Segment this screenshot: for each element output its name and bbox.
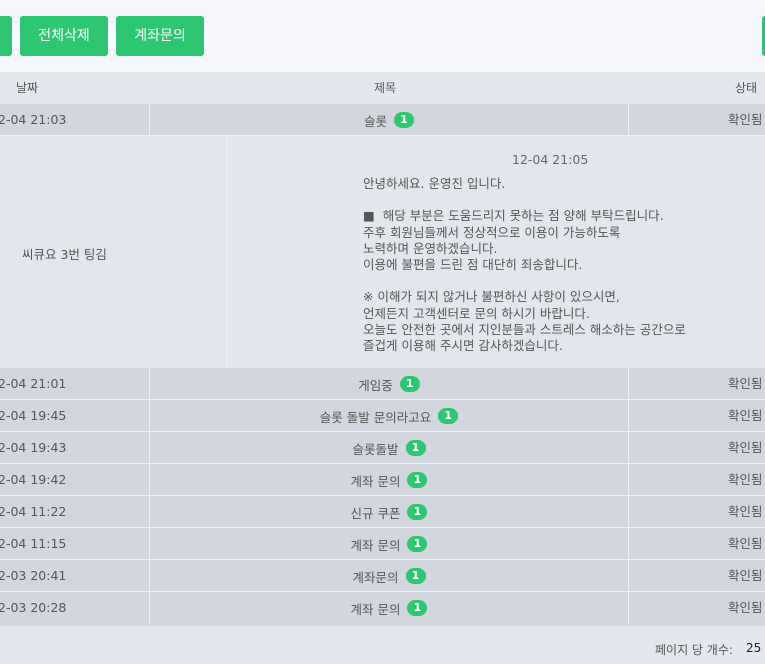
reply-count-badge: 1 (399, 376, 420, 392)
toolbar-left-button-partial[interactable] (0, 16, 12, 56)
row-title-cell[interactable]: 계좌 문의 1 (149, 464, 629, 496)
table-row[interactable]: 2-04 19:45 슬롯 돌발 문의라고요 1 확인됨 (0, 400, 765, 432)
table-row[interactable]: 2-03 20:41 계좌문의 1 확인됨 (0, 560, 765, 592)
delete-all-button[interactable]: 전체삭제 (20, 16, 108, 56)
table-row[interactable]: 2-04 21:03 슬롯 1 확인됨 (0, 104, 765, 136)
reply-body: 안녕하세요. 운영진 입니다. ■ 해당 부분은 도움드리지 못하는 점 양해 … (363, 176, 686, 354)
row-title: 계좌 문의 (350, 601, 401, 617)
toolbar: 전체삭제 계좌문의 (0, 0, 765, 72)
table-header: 날짜 제목 상태 (0, 72, 765, 104)
table-row[interactable]: 2-04 19:42 계좌 문의 1 확인됨 (0, 464, 765, 496)
row-status: 확인됨 (728, 112, 763, 127)
table-row[interactable]: 2-03 20:28 계좌 문의 1 확인됨 (0, 592, 765, 626)
reply-count-badge: 1 (407, 600, 428, 616)
rows-per-page-label: 페이지 당 개수: (655, 643, 733, 657)
row-title: 게임중 (358, 377, 393, 393)
reply-count-badge: 1 (407, 472, 428, 488)
table-row[interactable]: 2-04 11:22 신규 쿠폰 1 확인됨 (0, 496, 765, 528)
row-date: 2-04 19:43 (0, 440, 67, 455)
row-date: 2-03 20:28 (0, 600, 67, 615)
row-title: 신규 쿠폰 (350, 505, 401, 521)
row-status: 확인됨 (728, 504, 763, 519)
row-status: 확인됨 (728, 472, 763, 487)
row-title-cell[interactable]: 신규 쿠폰 1 (149, 496, 629, 528)
row-date: 2-04 19:45 (0, 408, 67, 423)
row-status: 확인됨 (728, 568, 763, 583)
detail-subject-cell: 씨큐요 3번 팅김 (0, 136, 228, 368)
rows-per-page-select[interactable]: 25 (746, 641, 761, 655)
table-footer: 페이지 당 개수: 25 (0, 626, 765, 664)
row-title-cell[interactable]: 슬롯돌발 1 (149, 432, 629, 464)
row-title: 계좌 문의 (350, 537, 401, 553)
row-date: 2-04 21:03 (0, 112, 67, 127)
row-title-cell[interactable]: 계좌문의 1 (149, 560, 629, 592)
row-status: 확인됨 (728, 440, 763, 455)
reply-count-badge: 1 (394, 112, 414, 128)
message-detail-panel: 씨큐요 3번 팅김 12-04 21:05 안녕하세요. 운영진 입니다. ■ … (0, 136, 765, 368)
table-row[interactable]: 2-04 21:01 게임중 1 확인됨 (0, 368, 765, 400)
reply-count-badge: 1 (405, 440, 426, 456)
account-inquiry-button[interactable]: 계좌문의 (116, 16, 204, 56)
reply-count-badge: 1 (407, 504, 428, 520)
row-status: 확인됨 (728, 536, 763, 551)
reply-timestamp: 12-04 21:05 (512, 152, 589, 167)
table-row[interactable]: 2-04 11:15 계좌 문의 1 확인됨 (0, 528, 765, 560)
column-header-status[interactable]: 상태 (735, 72, 757, 104)
row-date: 2-04 11:15 (0, 536, 67, 551)
reply-count-badge: 1 (407, 536, 428, 552)
row-title-cell[interactable]: 계좌 문의 1 (149, 528, 629, 560)
row-title: 슬롯돌발 (352, 441, 399, 457)
row-title-cell[interactable]: 계좌 문의 1 (149, 592, 629, 624)
row-title-cell[interactable]: 게임중 1 (149, 368, 629, 400)
row-date: 2-03 20:41 (0, 568, 67, 583)
row-title-cell[interactable]: 슬롯 돌발 문의라고요 1 (149, 400, 629, 432)
row-date: 2-04 19:42 (0, 472, 67, 487)
detail-subject: 씨큐요 3번 팅김 (22, 247, 107, 262)
row-title: 계좌 문의 (350, 473, 401, 489)
column-header-title[interactable]: 제목 (374, 72, 396, 104)
row-status: 확인됨 (728, 600, 763, 615)
column-header-date[interactable]: 날짜 (16, 72, 38, 104)
row-title: 슬롯 (363, 113, 387, 129)
reply-count-badge: 1 (438, 408, 459, 424)
row-status: 확인됨 (728, 376, 763, 391)
table-row[interactable]: 2-04 19:43 슬롯돌발 1 확인됨 (0, 432, 765, 464)
row-title-cell[interactable]: 슬롯 1 (149, 104, 629, 136)
reply-count-badge: 1 (405, 568, 426, 584)
row-title: 슬롯 돌발 문의라고요 (319, 409, 432, 425)
row-status: 확인됨 (728, 408, 763, 423)
row-date: 2-04 21:01 (0, 376, 67, 391)
row-date: 2-04 11:22 (0, 504, 67, 519)
row-title: 계좌문의 (352, 569, 399, 585)
